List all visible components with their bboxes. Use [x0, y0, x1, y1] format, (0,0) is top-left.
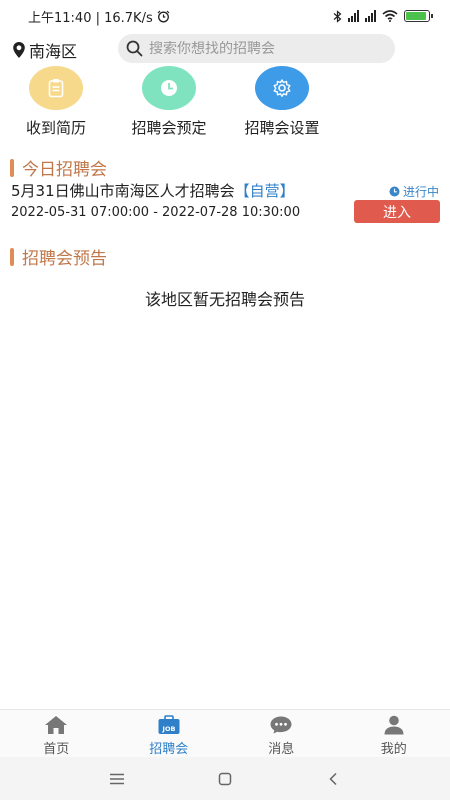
- status-time-speed: 上午11:40 | 16.7K/s: [28, 10, 153, 26]
- menu-nav-button[interactable]: [102, 764, 132, 794]
- search-input[interactable]: [149, 40, 379, 57]
- header: 南海区: [0, 34, 450, 64]
- svg-text:JOB: JOB: [161, 725, 175, 733]
- search-bar[interactable]: [118, 34, 395, 63]
- job-icon: JOB: [158, 715, 180, 734]
- message-icon: [270, 716, 292, 734]
- section-title-text: 招聘会预告: [22, 249, 107, 269]
- section-accent-bar: [10, 247, 14, 266]
- tab-label: 我的: [380, 742, 407, 757]
- tab-messages[interactable]: 消息: [225, 710, 338, 757]
- fair-time-range: 2022-05-31 07:00:00 - 2022-07-28 10:30:0…: [11, 205, 301, 220]
- feature-circle: [142, 66, 196, 110]
- clock-icon: [389, 186, 400, 197]
- feature-fair-booking[interactable]: 招聘会预定: [119, 66, 219, 138]
- feature-label: 招聘会设置: [244, 119, 320, 137]
- menu-icon: [110, 773, 124, 784]
- home-icon: [45, 716, 68, 734]
- tab-profile[interactable]: 我的: [338, 710, 450, 757]
- section-title-preview: 招聘会预告: [10, 244, 107, 269]
- section-accent-bar: [10, 158, 14, 177]
- tab-home[interactable]: 首页: [0, 710, 113, 757]
- feature-received-resumes[interactable]: 收到简历: [6, 66, 106, 138]
- fair-name-text: 5月31日佛山市南海区人才招聘会: [11, 182, 235, 200]
- feature-label: 招聘会预定: [131, 119, 207, 137]
- tab-label: 消息: [268, 742, 295, 757]
- system-nav-bar: [0, 757, 450, 800]
- square-icon: [218, 772, 232, 785]
- wifi-icon: [382, 10, 398, 22]
- gear-icon: [273, 79, 291, 97]
- feature-circle: [255, 66, 309, 110]
- back-icon: [329, 772, 337, 785]
- signal-icon-2: [365, 10, 376, 22]
- home-nav-button[interactable]: [210, 764, 240, 794]
- signal-icon: [348, 10, 359, 22]
- fair-name: 5月31日佛山市南海区人才招聘会【自营】: [11, 180, 295, 201]
- status-bar: 上午11:40 | 16.7K/s: [0, 0, 450, 32]
- battery-icon: [404, 10, 433, 22]
- feature-label: 收到简历: [25, 119, 86, 137]
- tab-label: 招聘会: [149, 742, 189, 757]
- bottom-tab-bar: 首页 JOB 招聘会 消息 我的: [0, 709, 450, 757]
- fair-tag: 【自营】: [234, 182, 295, 200]
- feature-fair-settings[interactable]: 招聘会设置: [232, 66, 332, 138]
- person-icon: [384, 715, 404, 735]
- section-title-text: 今日招聘会: [22, 160, 107, 180]
- location-label: 南海区: [29, 42, 78, 61]
- fair-item[interactable]: 5月31日佛山市南海区人才招聘会【自营】 2022-05-31 07:00:00…: [0, 180, 450, 226]
- feature-circle: [29, 66, 83, 110]
- fair-status: 进行中: [389, 183, 439, 200]
- empty-state-text: 该地区暂无招聘会预告: [144, 290, 305, 309]
- tab-job-fair[interactable]: JOB 招聘会: [113, 710, 226, 757]
- location-selector[interactable]: 南海区: [12, 38, 77, 62]
- clipboard-icon: [48, 79, 64, 98]
- location-pin-icon: [13, 42, 25, 58]
- section-title-today: 今日招聘会: [10, 155, 107, 180]
- enter-button[interactable]: 进入: [354, 200, 440, 223]
- alarm-icon: [157, 10, 170, 22]
- search-icon: [126, 40, 143, 57]
- clock-icon: [161, 80, 177, 96]
- bluetooth-icon: [333, 9, 342, 23]
- tab-label: 首页: [43, 742, 70, 757]
- feature-row: 收到简历 招聘会预定 招聘会设置: [0, 66, 450, 138]
- fair-status-text: 进行中: [402, 185, 439, 199]
- back-nav-button[interactable]: [318, 764, 348, 794]
